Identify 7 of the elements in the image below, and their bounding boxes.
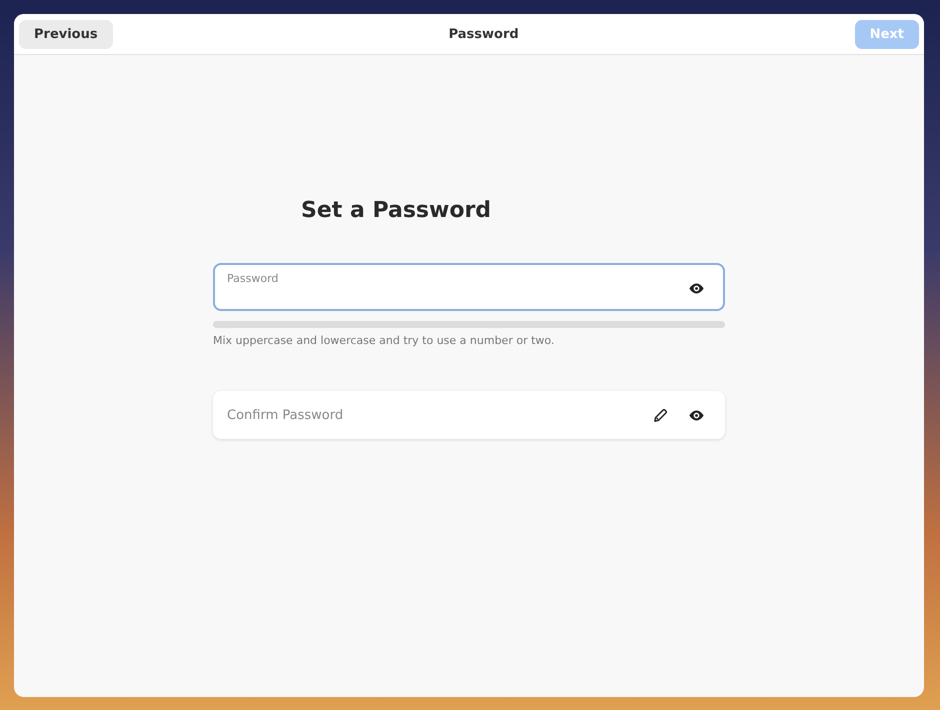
window-title: Password	[448, 26, 519, 42]
page-heading: Set a Password	[301, 198, 492, 223]
previous-button[interactable]: Previous	[19, 20, 113, 48]
password-field[interactable]: Password	[213, 263, 725, 311]
pencil-icon[interactable]	[652, 406, 669, 424]
confirm-password-field[interactable]: Confirm Password	[213, 391, 725, 439]
hint-text: Mix uppercase and lowercase and try to use a number or two.	[213, 334, 556, 347]
